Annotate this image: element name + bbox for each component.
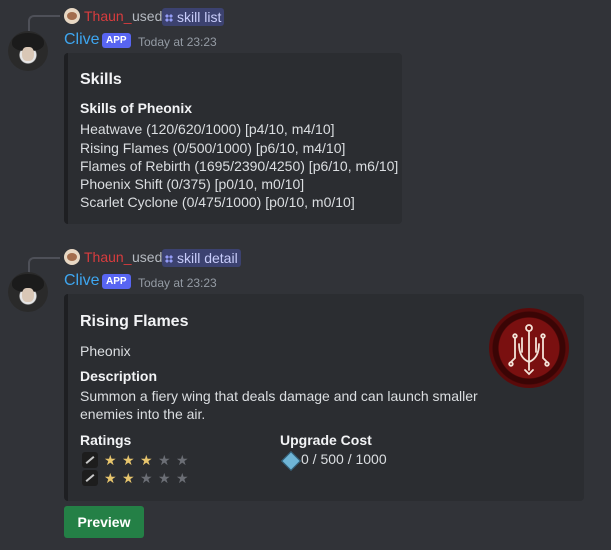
embed-title: Skills [80,71,122,88]
reply-username[interactable]: Thaun_ [84,249,131,265]
author-name[interactable]: Clive [64,272,100,290]
skills-embed: Skills Skills of Pheonix Heatwave (120/6… [64,53,402,224]
author-avatar[interactable] [8,31,48,71]
preview-button[interactable]: Preview [64,506,144,538]
skill-line: Rising Flames (0/500/1000) [p6/10, m4/10… [80,140,346,156]
command-name: skill detail [177,250,238,266]
rating-row-magic: ★ ★ ★ ★ ★ [82,470,202,486]
star-icon: ★ [140,470,153,486]
reply-user-avatar[interactable] [64,8,80,24]
star-icon: ★ [122,452,135,468]
upgrade-cost-label: Upgrade Cost [280,432,372,448]
command-chip[interactable]: skill list [162,8,225,26]
ratings-label: Ratings [80,432,132,448]
slash-command-icon [165,14,173,23]
skill-line: Scarlet Cyclone (0/475/1000) [p0/10, m0/… [80,194,355,210]
star-icon: ★ [176,452,189,468]
embed-title: Rising Flames [80,313,189,330]
description-label: Description [80,368,158,384]
command-chip[interactable]: skill detail [162,249,241,267]
skill-line: Phoenix Shift (0/375) [p0/10, m0/10] [80,176,305,192]
magic-damage-icon [82,470,98,486]
reply-connector [28,257,60,273]
skill-thumbnail-icon[interactable] [489,308,569,388]
skill-line: Flames of Rebirth (1695/2390/4250) [p6/1… [80,158,399,174]
star-icon: ★ [140,452,153,468]
author-avatar[interactable] [8,272,48,312]
upgrade-cost-value: 0 / 500 / 1000 [301,451,387,467]
rating-row-physical: ★ ★ ★ ★ ★ [82,452,202,468]
star-icon: ★ [104,452,117,468]
star-icon: ★ [158,470,171,486]
star-icon: ★ [104,470,117,486]
app-badge: APP [102,33,131,48]
description-text: Summon a fiery wing that deals damage an… [80,388,478,404]
ability-point-gem-icon [281,451,301,471]
reply-username[interactable]: Thaun_ [84,8,131,24]
embed-subtitle: Pheonix [80,343,131,359]
app-badge: APP [102,274,131,289]
reply-used-text: used [132,8,163,24]
physical-damage-icon [82,452,98,468]
reply-used-text: used [132,249,163,265]
message-timestamp[interactable]: Today at 23:23 [138,35,217,49]
message-timestamp[interactable]: Today at 23:23 [138,276,217,290]
embed-field-name: Skills of Pheonix [80,100,193,116]
skill-line: Heatwave (120/620/1000) [p4/10, m4/10] [80,121,335,137]
skill-detail-embed: Rising Flames Pheonix Description Summon… [64,294,584,501]
command-name: skill list [177,9,222,25]
author-name[interactable]: Clive [64,31,100,49]
star-icon: ★ [176,470,189,486]
star-icon: ★ [158,452,171,468]
reply-connector [28,15,60,31]
star-icon: ★ [122,470,135,486]
slash-command-icon [165,255,173,264]
description-text: enemies into the air. [80,406,206,422]
reply-user-avatar[interactable] [64,249,80,265]
